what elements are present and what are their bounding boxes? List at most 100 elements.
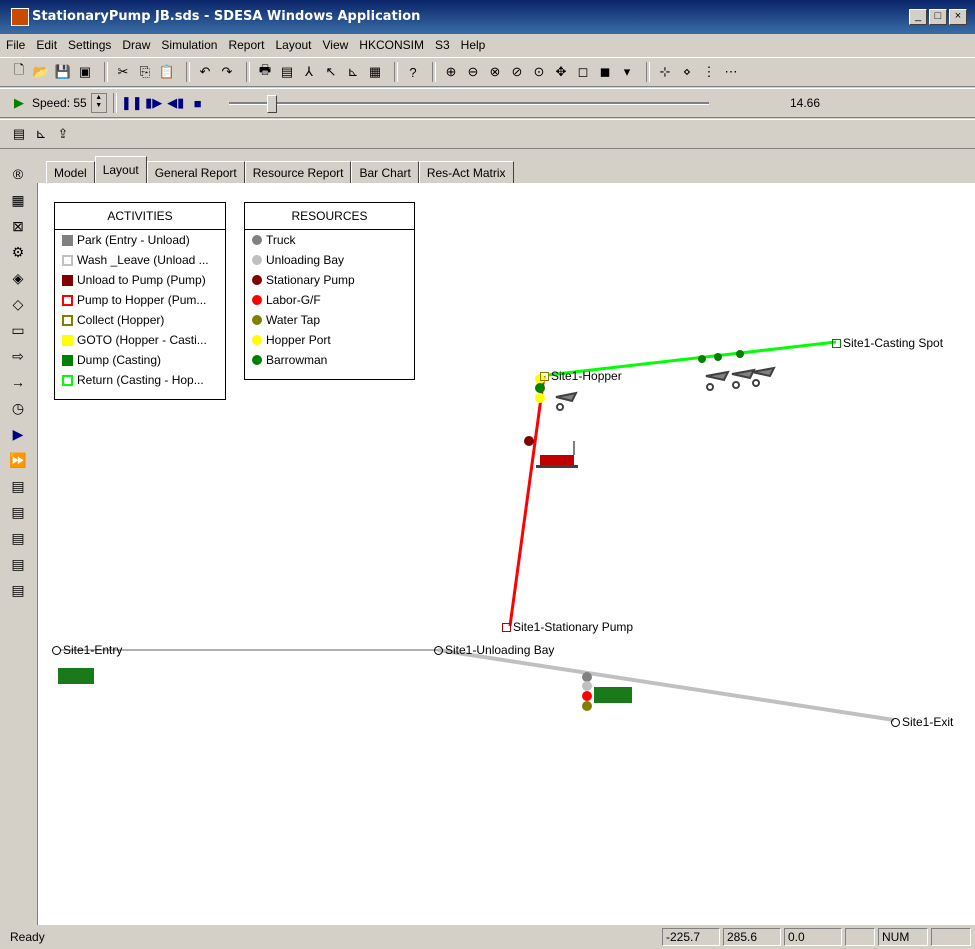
step-back-icon[interactable]: ◀▮: [167, 94, 185, 112]
time-slider[interactable]: [228, 93, 709, 113]
resources-legend-title: RESOURCES: [245, 203, 414, 230]
activity-legend-item: Unload to Pump (Pump): [55, 270, 225, 290]
box-icon[interactable]: ▭: [8, 322, 28, 344]
move-icon[interactable]: ✥: [552, 63, 570, 81]
tab-bar-chart[interactable]: Bar Chart: [351, 161, 419, 184]
activity-swatch: [62, 274, 73, 286]
cut-icon[interactable]: ✂: [114, 63, 132, 81]
minimize-button[interactable]: _: [909, 9, 927, 25]
select-icon[interactable]: ↖: [322, 63, 340, 81]
rotate-icon[interactable]: ⊗: [486, 63, 504, 81]
menu-file[interactable]: File: [6, 38, 25, 52]
undo-icon[interactable]: ↶: [196, 63, 214, 81]
layout-icon[interactable]: ▤: [278, 63, 296, 81]
fit-all-icon[interactable]: ◼: [596, 63, 614, 81]
node-icon[interactable]: ⚙: [8, 244, 28, 266]
paste-icon[interactable]: 📋: [158, 63, 176, 81]
print-icon[interactable]: 🖶: [256, 62, 274, 81]
activity-legend-item: Dump (Casting): [55, 350, 225, 370]
chart-icon[interactable]: ⊾: [344, 63, 362, 81]
list-icon[interactable]: ▤: [10, 125, 28, 143]
save-icon[interactable]: 💾: [54, 63, 72, 81]
fast-forward-icon[interactable]: ⏩: [8, 452, 28, 474]
layout-canvas[interactable]: ACTIVITIES Park (Entry - Unload) Wash _Le…: [37, 183, 975, 925]
activity-swatch: [62, 254, 73, 266]
align-icon[interactable]: ⊹: [656, 63, 674, 81]
help-icon[interactable]: ?: [404, 63, 422, 81]
node-exit[interactable]: Site1-Exit: [891, 715, 953, 729]
menu-layout[interactable]: Layout: [275, 38, 311, 52]
menu-draw[interactable]: Draw: [122, 38, 150, 52]
resource-icon[interactable]: ®: [8, 166, 28, 188]
status-value: 0.0: [784, 928, 842, 946]
report-icon[interactable]: ▦: [366, 63, 384, 81]
flip-alt-icon[interactable]: ⊙: [530, 63, 548, 81]
slider-thumb[interactable]: [266, 95, 277, 113]
activity-label: Park (Entry - Unload): [77, 233, 190, 247]
copy-icon[interactable]: ⎘: [136, 63, 154, 81]
report-r-icon[interactable]: ▤: [8, 530, 28, 552]
tab-resource-report[interactable]: Resource Report: [244, 161, 352, 184]
activities-legend: ACTIVITIES Park (Entry - Unload) Wash _Le…: [54, 202, 226, 400]
dropdown-icon[interactable]: ▾: [618, 63, 636, 81]
resources-icon[interactable]: ▦: [8, 192, 28, 214]
graph-icon[interactable]: ⊾: [32, 125, 50, 143]
new-file-icon[interactable]: 🗋: [10, 62, 28, 81]
tab-res-act-matrix[interactable]: Res-Act Matrix: [418, 161, 514, 184]
report-m-icon[interactable]: ▤: [8, 478, 28, 500]
tab-general-report[interactable]: General Report: [146, 161, 245, 184]
stop-icon[interactable]: ■: [189, 94, 207, 112]
tab-model[interactable]: Model: [46, 161, 95, 184]
flow-icon[interactable]: ◇: [8, 296, 28, 318]
node-casting-spot[interactable]: Site1-Casting Spot: [832, 336, 943, 350]
close-button[interactable]: ×: [949, 9, 967, 25]
redo-icon[interactable]: ↷: [218, 63, 236, 81]
align-xy-icon[interactable]: ⋯: [722, 63, 740, 81]
decision-icon[interactable]: ◈: [8, 270, 28, 292]
zoom-in-icon[interactable]: ⊕: [442, 63, 460, 81]
menu-help[interactable]: Help: [461, 38, 486, 52]
slider-track: [228, 102, 709, 105]
maximize-button[interactable]: □: [929, 9, 947, 25]
zoom-out-icon[interactable]: ⊖: [464, 63, 482, 81]
save-all-icon[interactable]: ▣: [76, 63, 94, 81]
node-hopper[interactable]: Site1-Hopper: [540, 369, 622, 383]
node-entry[interactable]: Site1-Entry: [52, 643, 122, 657]
node-entry-label: Site1-Entry: [63, 643, 123, 657]
report-s-icon[interactable]: ▤: [8, 582, 28, 604]
barrowman-token: [736, 350, 744, 358]
export-icon[interactable]: ⇪: [54, 125, 72, 143]
menu-hkconsim[interactable]: HKCONSIM: [359, 38, 424, 52]
report-c-icon[interactable]: ▤: [8, 556, 28, 578]
flip-icon[interactable]: ⊘: [508, 63, 526, 81]
link-pump-hopper: [508, 375, 546, 627]
align-x-icon[interactable]: ⋄: [678, 63, 696, 81]
open-folder-icon[interactable]: 📂: [32, 63, 50, 81]
align-y-icon[interactable]: ⋮: [700, 63, 718, 81]
node-stationary-pump[interactable]: Site1-Stationary Pump: [502, 620, 633, 634]
menu-view[interactable]: View: [323, 38, 349, 52]
clock-icon[interactable]: ◷: [8, 400, 28, 422]
menu-report[interactable]: Report: [228, 38, 264, 52]
draw-line-icon[interactable]: ⅄: [300, 63, 318, 81]
menu-simulation[interactable]: Simulation: [161, 38, 217, 52]
step-forward-icon[interactable]: ▮▶: [145, 94, 163, 112]
arrow-right-icon[interactable]: ⇨: [8, 348, 28, 370]
menu-edit[interactable]: Edit: [36, 38, 57, 52]
play-small-icon[interactable]: ▶: [8, 426, 28, 448]
pump-machine-icon: [536, 441, 578, 468]
play-icon[interactable]: ▶: [10, 94, 28, 112]
line-arrow-icon[interactable]: →: [8, 374, 28, 396]
report-e-icon[interactable]: ▤: [8, 504, 28, 526]
menu-settings[interactable]: Settings: [68, 38, 111, 52]
node-unloading-bay[interactable]: Site1-Unloading Bay: [434, 643, 554, 657]
menu-s3[interactable]: S3: [435, 38, 450, 52]
link-bay-exit: [437, 648, 895, 722]
activity-icon[interactable]: ⊠: [8, 218, 28, 240]
fit-icon[interactable]: ◻: [574, 63, 592, 81]
speed-spinner[interactable]: ▲ ▼: [90, 93, 107, 113]
tab-layout[interactable]: Layout: [94, 156, 147, 184]
pause-icon[interactable]: ❚❚: [121, 94, 143, 112]
toolbar-separator: [432, 62, 436, 82]
activity-swatch: [62, 234, 73, 246]
